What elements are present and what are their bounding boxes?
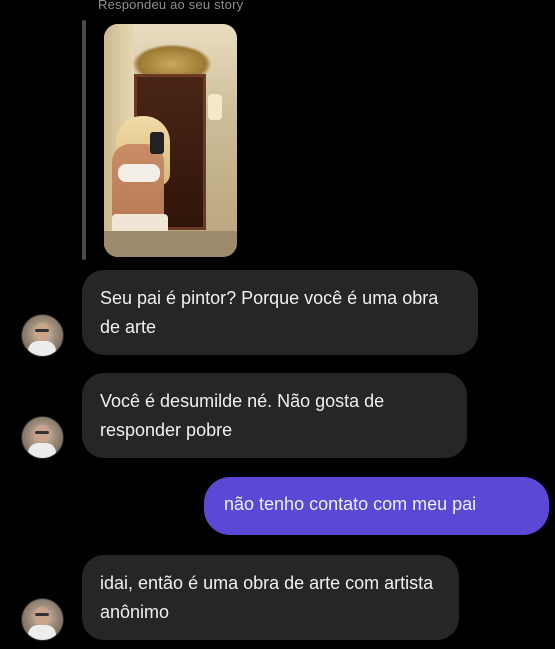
message-text: não tenho contato com meu pai bbox=[224, 494, 477, 514]
avatar-glasses-shape bbox=[35, 329, 49, 332]
sender-avatar[interactable] bbox=[21, 416, 64, 459]
story-thumbnail[interactable] bbox=[104, 24, 237, 257]
avatar-face-shape bbox=[34, 607, 50, 625]
story-lamp-shape bbox=[208, 94, 222, 120]
avatar-glasses-shape bbox=[35, 431, 49, 434]
message-text: Você é desumilde né. Não gosta de respon… bbox=[100, 391, 385, 440]
message-text: Seu pai é pintor? Porque você é uma obra… bbox=[100, 288, 439, 337]
message-bubble-outgoing[interactable]: não tenho contato com meu pai bbox=[204, 477, 549, 535]
avatar-face-shape bbox=[34, 323, 50, 341]
story-reply-caption: Respondeu ao seu story bbox=[98, 0, 244, 12]
story-phone-shape bbox=[150, 132, 164, 154]
avatar-face-shape bbox=[34, 425, 50, 443]
avatar-shirt-shape bbox=[28, 625, 56, 640]
story-figure-body-shape bbox=[112, 144, 164, 224]
story-reply-indicator-bar bbox=[82, 20, 86, 260]
story-figure-top-shape bbox=[118, 164, 160, 182]
sender-avatar[interactable] bbox=[21, 314, 64, 357]
message-bubble-incoming[interactable]: Você é desumilde né. Não gosta de respon… bbox=[82, 373, 467, 458]
avatar-glasses-shape bbox=[35, 613, 49, 616]
sender-avatar[interactable] bbox=[21, 598, 64, 641]
story-floor-shape bbox=[104, 231, 237, 257]
message-bubble-incoming[interactable]: idai, então é uma obra de arte com artis… bbox=[82, 555, 459, 640]
avatar-shirt-shape bbox=[28, 443, 56, 458]
avatar-shirt-shape bbox=[28, 341, 56, 356]
message-text: idai, então é uma obra de arte com artis… bbox=[100, 573, 434, 622]
message-bubble-incoming[interactable]: Seu pai é pintor? Porque você é uma obra… bbox=[82, 270, 478, 355]
